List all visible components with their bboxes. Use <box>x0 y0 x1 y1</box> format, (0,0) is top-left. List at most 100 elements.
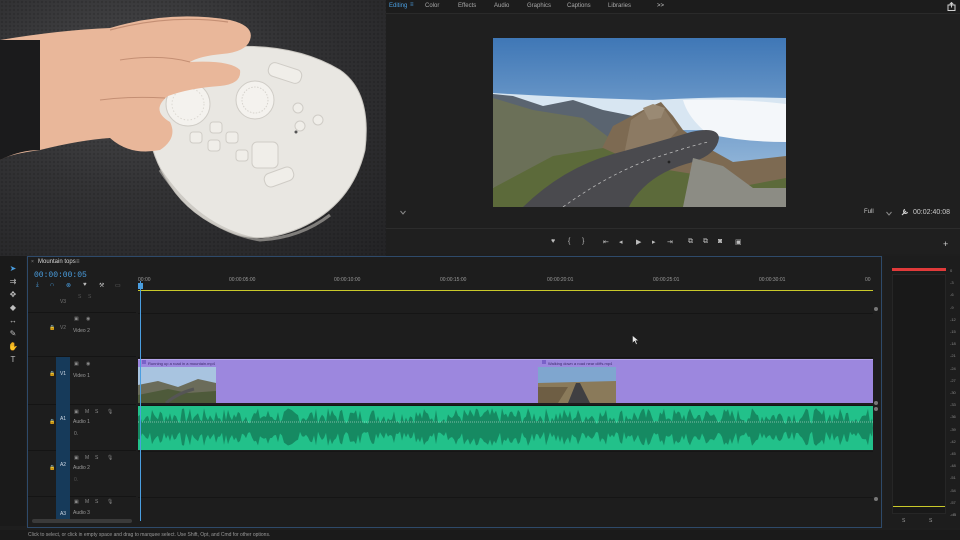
solo-button[interactable]: S <box>95 455 98 461</box>
step-back-icon[interactable]: ◂ <box>619 238 623 246</box>
vertical-scroll-handle[interactable] <box>874 497 878 501</box>
audio-level-value[interactable]: 0. <box>74 477 78 483</box>
workspace-menu-icon[interactable]: ≡ <box>410 2 414 8</box>
sequence-menu-icon[interactable]: ≡ <box>76 259 80 265</box>
zoom-level-select[interactable]: Full <box>864 209 874 215</box>
playhead[interactable] <box>140 281 141 521</box>
audio-meters-panel: 0 -3 -6 -9 -12 -15 -18 -21 -24 -27 -30 -33 -36 -39 -42… <box>884 256 960 528</box>
timeline-timecode[interactable]: 00:00:00:05 <box>34 271 87 280</box>
snap-icon[interactable]: ∩ <box>50 282 54 288</box>
selection-tool-icon[interactable]: ➤ <box>7 264 19 273</box>
workspace-tab-audio[interactable]: Audio <box>494 3 509 9</box>
workspace-tab-captions[interactable]: Captions <box>567 3 591 9</box>
in-point-icon[interactable]: { <box>568 238 570 245</box>
comparison-icon[interactable]: ▣ <box>735 238 742 246</box>
mute-button[interactable]: M <box>85 499 89 505</box>
marker-icon[interactable]: ♥ <box>551 238 555 245</box>
monitor-divider <box>386 228 960 229</box>
chevron-down-icon[interactable] <box>886 211 892 216</box>
solo-button[interactable]: S <box>95 499 98 505</box>
lock-icon[interactable]: 🔒 <box>49 465 55 471</box>
vertical-scroll-handle[interactable] <box>874 407 878 411</box>
toggle-output-icon[interactable]: ▣ <box>74 316 79 322</box>
out-point-icon[interactable]: } <box>582 238 584 245</box>
go-to-in-icon[interactable]: ⇤ <box>603 238 609 246</box>
toggle-output-icon[interactable]: ▣ <box>74 361 79 367</box>
type-tool-icon[interactable]: T <box>7 355 19 364</box>
solo-left-button[interactable]: S <box>902 518 905 524</box>
timeline-settings-icon[interactable]: ⚒ <box>99 282 104 289</box>
close-icon[interactable]: × <box>31 259 34 265</box>
track-target-v1[interactable]: V1 <box>56 357 70 405</box>
mute-button[interactable]: M <box>85 409 89 415</box>
sequence-tab[interactable]: Mountain tops <box>38 259 76 265</box>
export-icon[interactable] <box>947 2 956 11</box>
meter-scale-label: -54 <box>950 487 956 493</box>
clip-title: Walking down a road near cliffs.mp4 <box>548 361 613 366</box>
lock-icon[interactable]: 🔒 <box>49 371 55 377</box>
workspace-tab-effects[interactable]: Effects <box>458 3 476 9</box>
time-ruler[interactable]: 00:00 00:00:05:00 00:00:10:00 00:00:15:0… <box>138 277 873 291</box>
track-target-a2[interactable]: A2 <box>56 451 70 497</box>
video-clip[interactable]: Walking down a road near cliffs.mp4 <box>538 359 873 403</box>
horizontal-scrollbar[interactable] <box>32 519 132 523</box>
program-video-frame[interactable] <box>493 38 786 207</box>
mute-icon[interactable]: S <box>88 294 91 300</box>
track-select-tool-icon[interactable]: ⇉ <box>7 277 19 286</box>
clip-indicator[interactable] <box>892 268 946 271</box>
wrench-icon[interactable] <box>901 208 909 216</box>
microphone-icon[interactable]: 🎙 <box>107 409 113 415</box>
lock-icon[interactable]: 🔒 <box>49 419 55 425</box>
video-clip[interactable]: Running up a road in a mountain.mp4 <box>138 359 538 403</box>
pen-tool-icon[interactable]: ✎ <box>7 329 19 338</box>
solo-button[interactable]: S <box>95 409 98 415</box>
meter-scale-label: -42 <box>950 438 956 444</box>
track-name-a1: Audio 1 <box>73 419 90 425</box>
add-button[interactable]: + <box>943 239 948 249</box>
mute-button[interactable]: M <box>85 455 89 461</box>
lock-icon[interactable]: 🔒 <box>49 325 55 331</box>
track-target-a3[interactable]: A3 <box>56 497 70 519</box>
add-marker-icon[interactable]: ♥ <box>83 282 87 288</box>
audio-clip[interactable] <box>138 406 873 450</box>
meter-scale-label: -12 <box>950 316 956 322</box>
track-target-v3[interactable]: V3 <box>56 291 70 313</box>
workspace-tab-color[interactable]: Color <box>425 3 439 9</box>
step-forward-icon[interactable]: ▸ <box>652 238 656 246</box>
vertical-scroll-handle[interactable] <box>874 307 878 311</box>
sync-lock-icon[interactable]: ▣ <box>74 409 79 415</box>
eye-icon[interactable]: ◉ <box>86 316 90 322</box>
hand-tool-icon[interactable]: ✋ <box>7 342 19 351</box>
solo-right-button[interactable]: S <box>929 518 932 524</box>
workspace-tab-libraries[interactable]: Libraries <box>608 3 631 9</box>
microphone-icon[interactable]: 🎙 <box>107 455 113 461</box>
sync-lock-icon[interactable]: S <box>78 294 81 300</box>
go-to-out-icon[interactable]: ⇥ <box>667 238 673 246</box>
lift-icon[interactable]: ⧉ <box>688 238 693 246</box>
workspace-tab-editing[interactable]: Editing <box>389 3 407 9</box>
export-frame-icon[interactable]: ◙ <box>718 238 722 245</box>
playhead-handle[interactable] <box>138 283 143 289</box>
audio-level-value[interactable]: 0. <box>74 431 78 437</box>
workspace-tab-graphics[interactable]: Graphics <box>527 3 551 9</box>
captions-icon[interactable]: ▭ <box>115 282 121 289</box>
vertical-scroll-handle[interactable] <box>874 401 878 405</box>
razor-tool-icon[interactable]: ◆ <box>7 303 19 312</box>
settings-dropdown-icon[interactable] <box>400 210 406 215</box>
sync-lock-icon[interactable]: ▣ <box>74 499 79 505</box>
microphone-icon[interactable]: 🎙 <box>107 499 113 505</box>
work-area-bar[interactable] <box>138 290 873 291</box>
track-target-v2[interactable]: V2 <box>56 313 70 357</box>
sync-lock-icon[interactable]: ▣ <box>74 455 79 461</box>
ripple-edit-tool-icon[interactable]: ✥ <box>7 290 19 299</box>
slip-tool-icon[interactable]: ↔ <box>7 316 19 325</box>
track-target-a1[interactable]: A1 <box>56 405 70 451</box>
workspace-overflow-icon[interactable]: >> <box>657 3 664 9</box>
play-icon[interactable]: ▶ <box>636 238 641 246</box>
extract-icon[interactable]: ⧉ <box>703 238 708 246</box>
program-timecode[interactable]: 00:02:40:08 <box>913 209 950 216</box>
meter-scale-label: -27 <box>950 377 956 383</box>
eye-icon[interactable]: ◉ <box>86 361 90 367</box>
linked-selection-icon[interactable]: ⊗ <box>66 282 71 289</box>
nest-toggle-icon[interactable]: ⤓ <box>36 282 39 289</box>
